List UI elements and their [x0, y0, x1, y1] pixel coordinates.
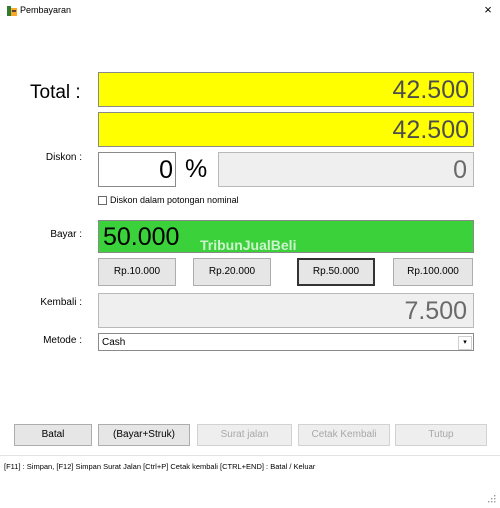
after-discount-display: 42.500	[98, 112, 474, 147]
metode-selected-value: Cash	[102, 337, 126, 348]
watermark: TribunJualBeli	[200, 237, 297, 253]
diskon-nominal-checkbox-label: Diskon dalam potongan nominal	[110, 195, 239, 205]
window-title: Pembayaran	[20, 5, 72, 15]
bayar-struk-button[interactable]: (Bayar+Struk)	[98, 424, 190, 446]
quick-pay-100000-button[interactable]: Rp.100.000	[393, 258, 473, 286]
percent-sign: %	[185, 155, 208, 183]
quick-pay-50000-button[interactable]: Rp.50.000	[297, 258, 375, 286]
cetak-kembali-button[interactable]: Cetak Kembali	[298, 424, 390, 446]
metode-label: Metode :	[43, 335, 82, 346]
diskon-nominal-input[interactable]: 0	[218, 152, 474, 187]
cash-register-icon	[6, 4, 18, 16]
title-bar: Pembayaran ×	[0, 0, 500, 22]
kembali-display: 7.500	[98, 293, 474, 328]
quick-pay-20000-button[interactable]: Rp.20.000	[193, 258, 271, 286]
shortcut-hints: [F11] : Simpan, [F12] Simpan Surat Jalan…	[4, 462, 316, 471]
diskon-nominal-checkbox[interactable]	[98, 196, 107, 205]
diskon-percent-input[interactable]: 0	[98, 152, 176, 187]
quick-pay-10000-button[interactable]: Rp.10.000	[98, 258, 176, 286]
total-display: 42.500	[98, 72, 474, 107]
batal-button[interactable]: Batal	[14, 424, 92, 446]
chevron-down-icon[interactable]: ▾	[458, 336, 472, 350]
diskon-label: Diskon :	[45, 152, 82, 163]
tutup-button[interactable]: Tutup	[395, 424, 487, 446]
surat-jalan-button[interactable]: Surat jalan	[197, 424, 292, 446]
resize-grip-icon[interactable]	[488, 490, 496, 503]
metode-select[interactable]: Cash ▾	[98, 333, 474, 351]
total-label: Total :	[30, 82, 81, 103]
close-button[interactable]: ×	[480, 2, 496, 18]
kembali-label: Kembali :	[40, 297, 82, 308]
bayar-label: Bayar :	[50, 229, 82, 240]
